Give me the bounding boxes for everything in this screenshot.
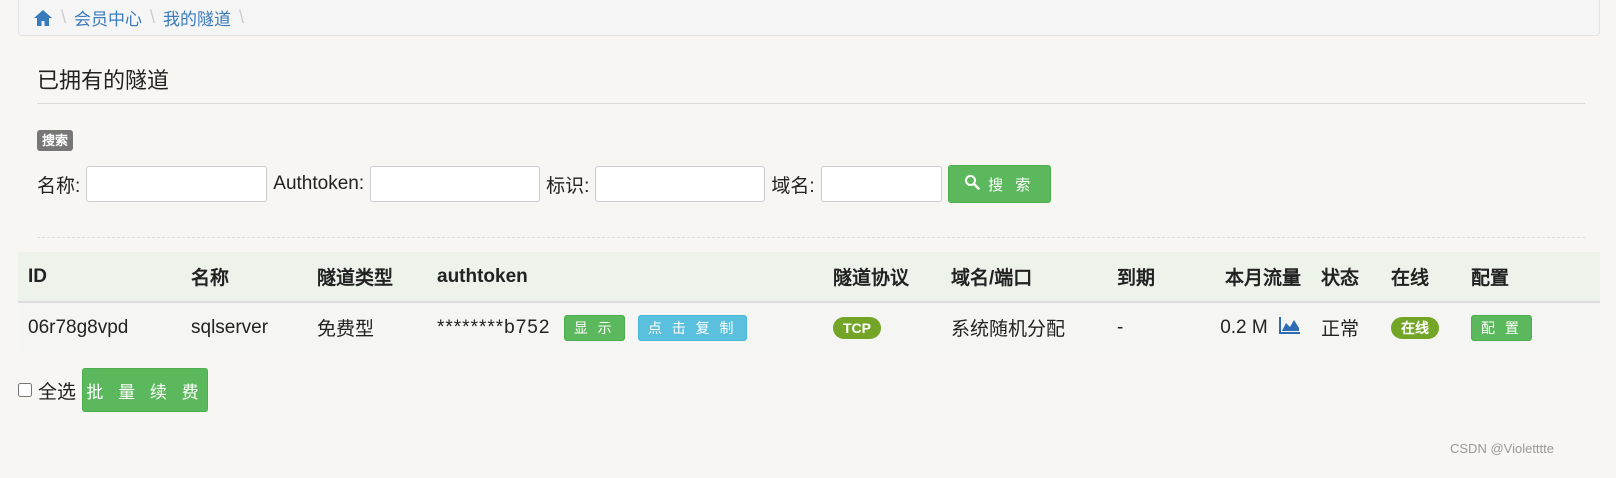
area-chart-icon[interactable] — [1279, 316, 1301, 340]
protocol-badge: TCP — [833, 316, 881, 339]
breadcrumb: \ 会员中心 \ 我的隧道 \ — [18, 0, 1600, 36]
page-title: 已拥有的隧道 — [37, 68, 170, 93]
header-name: 名称 — [181, 252, 307, 303]
header-id: ID — [18, 252, 181, 303]
name-label: 名称: — [37, 175, 81, 197]
online-cell: 在线 — [1381, 302, 1461, 352]
copy-token-button[interactable]: 点 击 复 制 — [637, 314, 747, 341]
domain-port: 系统随机分配 — [951, 319, 1066, 340]
bulk-actions: 全选 批 量 续 费 — [18, 368, 209, 412]
header-status: 状态 — [1311, 252, 1381, 303]
breadcrumb-member-center[interactable]: 会员中心 — [74, 5, 142, 30]
show-token-button[interactable]: 显 示 — [563, 314, 625, 341]
authtoken-label: Authtoken: — [273, 173, 365, 194]
tag-input[interactable] — [595, 166, 766, 202]
search-button-label: 搜 索 — [988, 176, 1035, 194]
tag-label: 标识: — [546, 175, 590, 197]
header-expiry: 到期 — [1107, 252, 1182, 303]
domain-label: 域名: — [771, 175, 815, 197]
search-button[interactable]: 搜 索 — [947, 165, 1051, 203]
breadcrumb-separator: \ — [61, 7, 67, 27]
name-input[interactable] — [86, 166, 268, 202]
header-traffic: 本月流量 — [1182, 252, 1311, 303]
header-protocol: 隧道协议 — [823, 252, 941, 303]
online-badge: 在线 — [1391, 316, 1439, 339]
section-divider — [37, 237, 1585, 238]
config-button[interactable]: 配 置 — [1471, 314, 1532, 341]
breadcrumb-separator: \ — [150, 7, 156, 27]
title-divider — [37, 103, 1585, 104]
traffic-cell: 0.2 M — [1182, 302, 1311, 352]
tunnel-id: 06r78g8vpd — [28, 316, 129, 338]
breadcrumb-separator: \ — [239, 7, 245, 27]
header-domain-port: 域名/端口 — [941, 252, 1107, 303]
tunnels-table: ID 名称 隧道类型 authtoken 隧道协议 域名/端口 到期 本月流量 … — [18, 252, 1600, 352]
search-form: 名称: Authtoken: 标识: 域名: 搜 索 — [37, 165, 1051, 203]
breadcrumb-my-tunnels[interactable]: 我的隧道 — [163, 5, 231, 30]
authtoken-input[interactable] — [370, 166, 541, 202]
bulk-renew-button[interactable]: 批 量 续 费 — [82, 368, 209, 412]
tunnel-name: sqlserver — [191, 316, 269, 338]
header-authtoken: authtoken — [427, 252, 823, 303]
table-header-row: ID 名称 隧道类型 authtoken 隧道协议 域名/端口 到期 本月流量 … — [18, 252, 1600, 303]
traffic-value: 0.2 M — [1220, 316, 1268, 338]
select-all-label: 全选 — [38, 381, 77, 403]
domain-input[interactable] — [820, 166, 942, 202]
select-all-checkbox[interactable] — [18, 383, 32, 397]
authtoken-cell: ********b752 显 示 点 击 复 制 — [427, 302, 823, 352]
header-config: 配置 — [1461, 252, 1600, 303]
config-cell: 配 置 — [1461, 302, 1600, 352]
search-badge: 搜索 — [37, 130, 74, 151]
home-icon[interactable] — [33, 8, 53, 28]
protocol-cell: TCP — [823, 302, 941, 352]
header-online: 在线 — [1381, 252, 1461, 303]
tunnel-type: 免费型 — [317, 319, 375, 340]
header-type: 隧道类型 — [307, 252, 427, 303]
watermark: CSDN @Violetttte — [1450, 441, 1554, 456]
table-row: 06r78g8vpd sqlserver 免费型 ********b752 显 … — [18, 302, 1600, 352]
search-icon — [964, 174, 980, 194]
expiry: - — [1117, 316, 1124, 338]
authtoken-value: ********b752 — [437, 316, 551, 338]
tunnel-status: 正常 — [1321, 319, 1360, 340]
